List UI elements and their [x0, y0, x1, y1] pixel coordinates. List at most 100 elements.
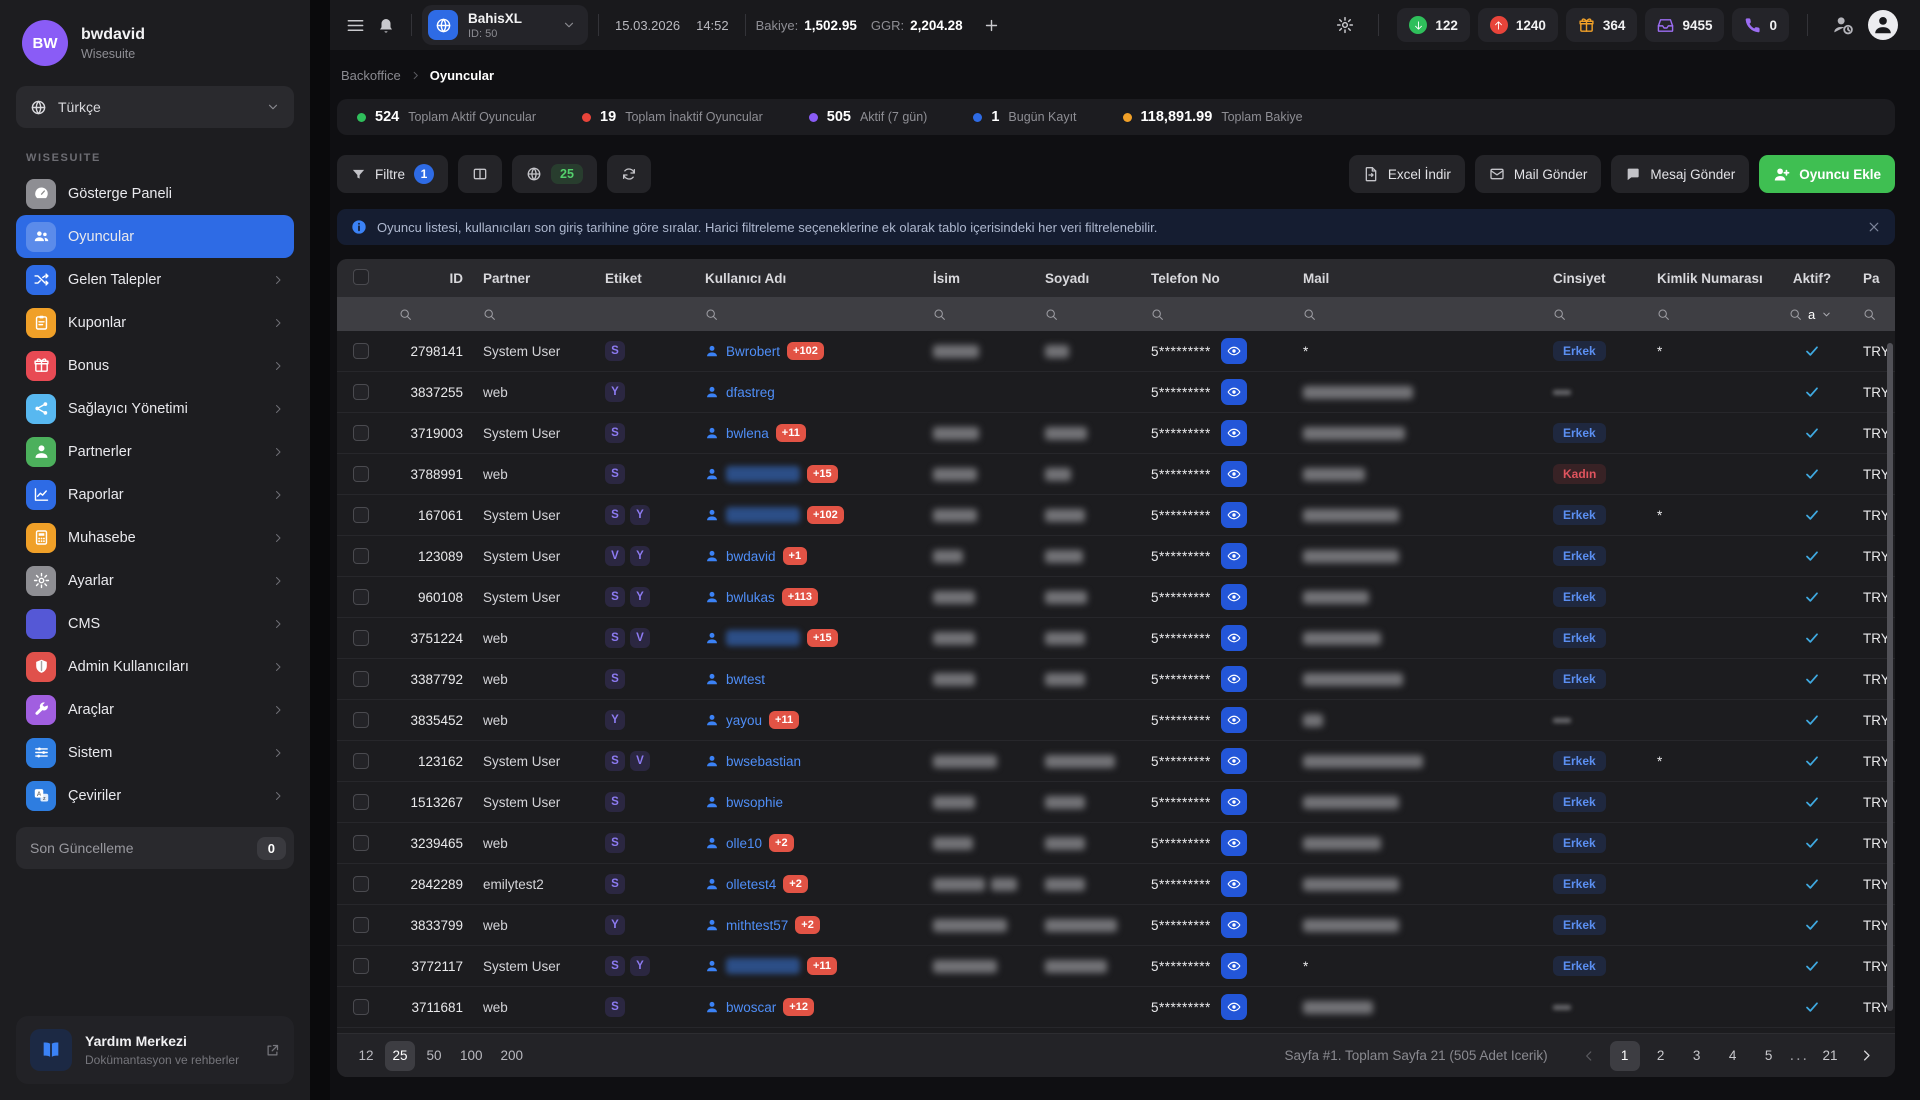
page-5[interactable]: 5 [1754, 1041, 1784, 1071]
table-row[interactable]: 3788991 web S +15 5********* Kadın TRY [337, 454, 1895, 495]
username-link[interactable]: olletest4 [705, 877, 776, 892]
eye-reveal-button[interactable] [1221, 420, 1247, 446]
row-checkbox[interactable] [353, 589, 369, 605]
username-link[interactable]: Bwrobert [705, 344, 780, 359]
account-avatar-button[interactable] [1868, 10, 1898, 40]
sidebar-item-muhasebe[interactable]: Muhasebe [16, 516, 294, 559]
column-header-etiket[interactable]: Etiket [591, 271, 691, 286]
table-row[interactable]: 3835452 web Y yayou+11 5********* TRY [337, 700, 1895, 741]
notifications-bell-button[interactable] [371, 10, 401, 40]
sidebar-item-oyuncular[interactable]: Oyuncular [16, 215, 294, 258]
column-header-cinsiyet[interactable]: Cinsiyet [1539, 271, 1643, 286]
eye-reveal-button[interactable] [1221, 707, 1247, 733]
eye-reveal-button[interactable] [1221, 338, 1247, 364]
eye-reveal-button[interactable] [1221, 830, 1247, 856]
filter-kimlik-numaras-[interactable] [1643, 308, 1775, 321]
filter-button[interactable]: Filtre 1 [337, 155, 448, 193]
page-1[interactable]: 1 [1610, 1041, 1640, 1071]
topbar-badge-phone-icon[interactable]: 0 [1732, 8, 1789, 42]
username-link[interactable]: bwsebastian [705, 754, 801, 769]
page-size-12[interactable]: 12 [351, 1041, 381, 1071]
sidebar-item-kuponlar[interactable]: Kuponlar [16, 301, 294, 344]
username-link[interactable]: olle10 [705, 836, 762, 851]
next-page-button[interactable] [1851, 1041, 1881, 1071]
page-21[interactable]: 21 [1815, 1041, 1845, 1071]
page-4[interactable]: 4 [1718, 1041, 1748, 1071]
eye-reveal-button[interactable] [1221, 379, 1247, 405]
refresh-button[interactable] [607, 155, 651, 193]
filter-id[interactable] [385, 308, 469, 321]
username-link[interactable]: dfastreg [705, 385, 775, 400]
row-checkbox[interactable] [353, 343, 369, 359]
column-header-telefon-no[interactable]: Telefon No [1137, 271, 1289, 286]
sidebar-item-raporlar[interactable]: Raporlar [16, 473, 294, 516]
table-row[interactable]: 167061 System User SY +102 5********* Er… [337, 495, 1895, 536]
user-profile[interactable]: BW bwdavid Wisesuite [16, 20, 294, 66]
row-checkbox[interactable] [353, 835, 369, 851]
username-link[interactable]: bwsophie [705, 795, 783, 810]
sidebar-item-gelen-talepler[interactable]: Gelen Talepler [16, 258, 294, 301]
username-link[interactable]: yayou [705, 713, 762, 728]
row-checkbox[interactable] [353, 425, 369, 441]
eye-reveal-button[interactable] [1221, 502, 1247, 528]
username-link[interactable]: bwtest [705, 672, 765, 687]
add-player-button[interactable]: Oyuncu Ekle [1759, 155, 1895, 193]
topbar-badge-tray-icon[interactable]: 9455 [1645, 8, 1724, 42]
column-header-aktif-[interactable]: Aktif? [1775, 271, 1849, 286]
language-select[interactable]: Türkçe [16, 86, 294, 128]
sidebar-item-admin-kullan-c-lar-[interactable]: Admin Kullanıcıları [16, 645, 294, 688]
filter-partner[interactable] [469, 308, 591, 321]
username-link[interactable]: bwlukas [705, 590, 775, 605]
username-link[interactable]: mithtest57 [705, 918, 788, 933]
username-link[interactable] [705, 958, 800, 974]
topbar-badge-gift-icon[interactable]: 364 [1566, 8, 1638, 42]
topbar-badge-arrow-up-icon[interactable]: 1240 [1478, 8, 1558, 42]
row-checkbox[interactable] [353, 630, 369, 646]
sidebar-item-partnerler[interactable]: Partnerler [16, 430, 294, 473]
send-mail-button[interactable]: Mail Gönder [1475, 155, 1602, 193]
add-button[interactable] [977, 11, 1006, 40]
row-checkbox[interactable] [353, 671, 369, 687]
page-size-50[interactable]: 50 [419, 1041, 449, 1071]
filter-telefon-no[interactable] [1137, 308, 1289, 321]
sidebar-item-g-sterge-paneli[interactable]: Gösterge Paneli [16, 172, 294, 215]
column-header-soyad-[interactable]: Soyadı [1031, 271, 1137, 286]
page-2[interactable]: 2 [1646, 1041, 1676, 1071]
row-checkbox[interactable] [353, 794, 369, 810]
send-message-button[interactable]: Mesaj Gönder [1611, 155, 1749, 193]
row-checkbox[interactable] [353, 958, 369, 974]
table-row[interactable]: 3711681 web S bwoscar+12 5********* TRY [337, 987, 1895, 1028]
filter-cinsiyet[interactable] [1539, 308, 1643, 321]
company-select[interactable]: BahisXL ID: 50 [422, 5, 588, 45]
table-row[interactable]: 2842289 emilytest2 S olletest4+2 5******… [337, 864, 1895, 905]
table-row[interactable]: 3751224 web SV +15 5********* Erkek TRY [337, 618, 1895, 659]
column-header-kimlik-numaras-[interactable]: Kimlik Numarası [1643, 271, 1775, 286]
username-link[interactable] [705, 466, 800, 482]
eye-reveal-button[interactable] [1221, 789, 1247, 815]
username-link[interactable] [705, 507, 800, 523]
sidebar-item--eviriler[interactable]: Az Çeviriler [16, 774, 294, 817]
table-row[interactable]: 123089 System User VY bwdavid+1 5*******… [337, 536, 1895, 577]
table-row[interactable]: 3239465 web S olle10+2 5********* Erkek … [337, 823, 1895, 864]
menu-button[interactable] [340, 10, 371, 41]
row-checkbox[interactable] [353, 917, 369, 933]
username-link[interactable]: bwdavid [705, 549, 776, 564]
eye-reveal-button[interactable] [1221, 994, 1247, 1020]
table-row[interactable]: 1513267 System User S bwsophie 5********… [337, 782, 1895, 823]
page-size-25[interactable]: 25 [385, 1041, 415, 1071]
help-center-card[interactable]: Yardım Merkezi Dokümantasyon ve rehberle… [16, 1016, 294, 1084]
table-row[interactable]: 3772117 System User SY +11 5********* * … [337, 946, 1895, 987]
filter-aktif[interactable]: a [1775, 307, 1849, 322]
eye-reveal-button[interactable] [1221, 871, 1247, 897]
vertical-scrollbar[interactable] [1887, 343, 1893, 1011]
table-row[interactable]: 2798141 System User S Bwrobert+102 5****… [337, 331, 1895, 372]
person-clock-icon-button[interactable] [1826, 8, 1860, 42]
breadcrumb-backoffice[interactable]: Backoffice [341, 68, 401, 83]
filter-mail[interactable] [1289, 308, 1539, 321]
username-link[interactable]: bwlena [705, 426, 769, 441]
filter-i-sim[interactable] [919, 308, 1031, 321]
column-header-kullan-c-ad-[interactable]: Kullanıcı Adı [691, 271, 919, 286]
select-all-checkbox[interactable] [353, 269, 369, 285]
row-checkbox[interactable] [353, 753, 369, 769]
eye-reveal-button[interactable] [1221, 461, 1247, 487]
